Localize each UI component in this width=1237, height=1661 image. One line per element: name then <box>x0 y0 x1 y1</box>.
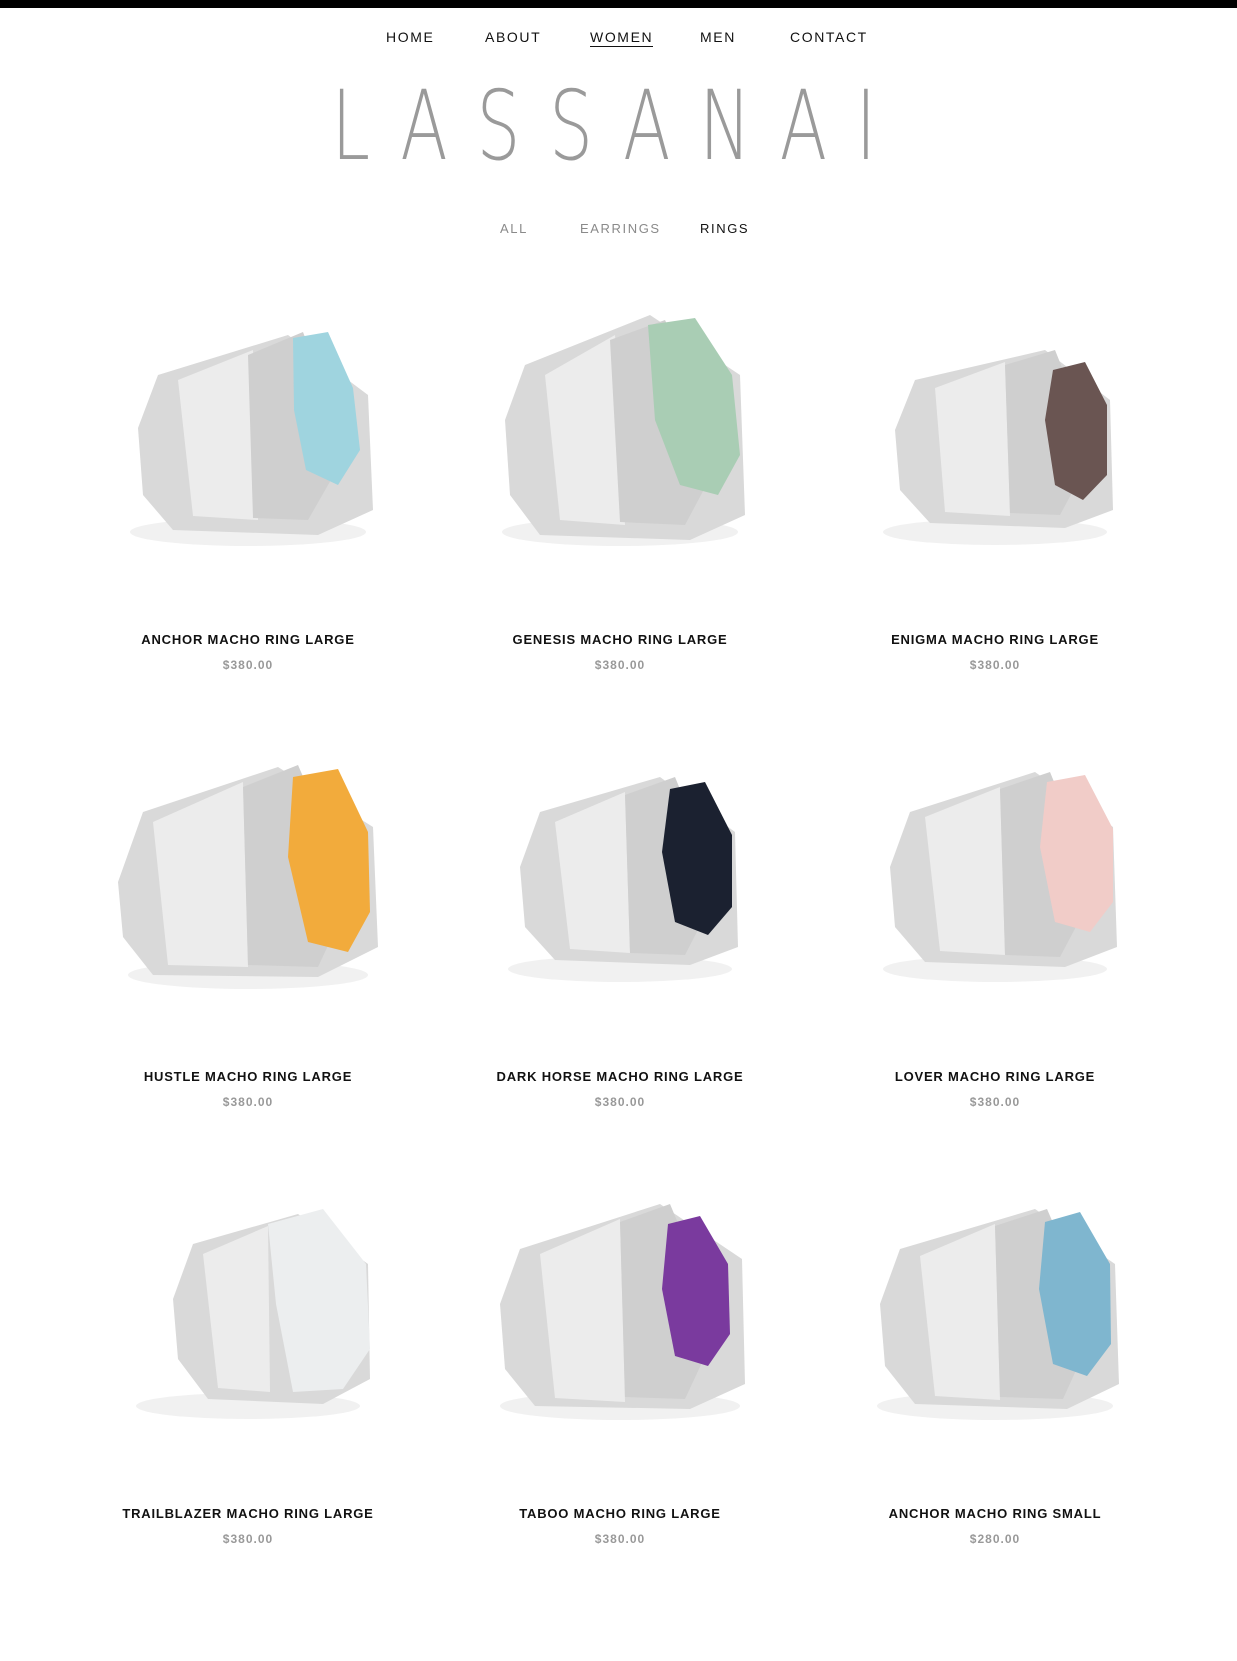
top-bar <box>0 0 1237 8</box>
product-title[interactable]: TRAILBLAZER MACHO RING LARGE <box>78 1506 418 1521</box>
product-price: $380.00 <box>594 1532 646 1546</box>
product-title[interactable]: TABOO MACHO RING LARGE <box>450 1506 790 1521</box>
product-price: $380.00 <box>222 1095 274 1109</box>
product-image <box>500 1204 745 1420</box>
product-card[interactable]: TABOO MACHO RING LARGE $380.00 <box>450 1154 790 1574</box>
product-price: $380.00 <box>222 1532 274 1546</box>
filter-all-link[interactable]: ALL <box>500 221 528 236</box>
product-image <box>502 315 745 546</box>
product-title[interactable]: ANCHOR MACHO RING LARGE <box>78 632 418 647</box>
product-image <box>136 1209 370 1419</box>
product-card[interactable]: ANCHOR MACHO RING SMALL $280.00 <box>825 1154 1165 1574</box>
product-price: $380.00 <box>594 658 646 672</box>
product-card[interactable]: DARK HORSE MACHO RING LARGE $380.00 <box>450 717 790 1137</box>
filter-rings-link[interactable]: RINGS <box>700 221 749 236</box>
product-price: $280.00 <box>969 1532 1021 1546</box>
product-card[interactable]: TRAILBLAZER MACHO RING LARGE $380.00 <box>78 1154 418 1574</box>
product-price: $380.00 <box>222 658 274 672</box>
nav-contact-link[interactable]: CONTACT <box>790 29 868 45</box>
brand-logo[interactable]: LASSANAI <box>0 78 1237 174</box>
product-image <box>508 777 738 982</box>
product-title[interactable]: HUSTLE MACHO RING LARGE <box>78 1069 418 1084</box>
product-image <box>883 772 1117 982</box>
product-image <box>877 1209 1119 1420</box>
product-price: $380.00 <box>969 658 1021 672</box>
product-image <box>118 765 378 989</box>
nav-women-link[interactable]: WOMEN <box>590 29 654 47</box>
product-card[interactable]: HUSTLE MACHO RING LARGE $380.00 <box>78 717 418 1137</box>
product-title[interactable]: LOVER MACHO RING LARGE <box>825 1069 1165 1084</box>
nav-home-link[interactable]: HOME <box>386 29 434 45</box>
product-card[interactable]: LOVER MACHO RING LARGE $380.00 <box>825 717 1165 1137</box>
product-title[interactable]: ANCHOR MACHO RING SMALL <box>825 1506 1165 1521</box>
filter-earrings-link[interactable]: EARRINGS <box>580 221 661 236</box>
category-filter: ALL EARRINGS RINGS <box>0 221 1237 239</box>
main-navigation: HOME ABOUT WOMEN MEN CONTACT <box>0 29 1237 51</box>
brand-logo-text: LASSANAI <box>331 70 906 182</box>
product-image <box>130 332 373 546</box>
product-title[interactable]: DARK HORSE MACHO RING LARGE <box>450 1069 790 1084</box>
nav-about-link[interactable]: ABOUT <box>485 29 541 45</box>
product-price: $380.00 <box>594 1095 646 1109</box>
nav-men-link[interactable]: MEN <box>700 29 736 45</box>
product-title[interactable]: ENIGMA MACHO RING LARGE <box>825 632 1165 647</box>
product-title[interactable]: GENESIS MACHO RING LARGE <box>450 632 790 647</box>
product-price: $380.00 <box>969 1095 1021 1109</box>
product-card[interactable]: GENESIS MACHO RING LARGE $380.00 <box>450 280 790 700</box>
product-card[interactable]: ANCHOR MACHO RING LARGE $380.00 <box>78 280 418 700</box>
product-card[interactable]: ENIGMA MACHO RING LARGE $380.00 <box>825 280 1165 700</box>
product-image <box>883 350 1113 545</box>
